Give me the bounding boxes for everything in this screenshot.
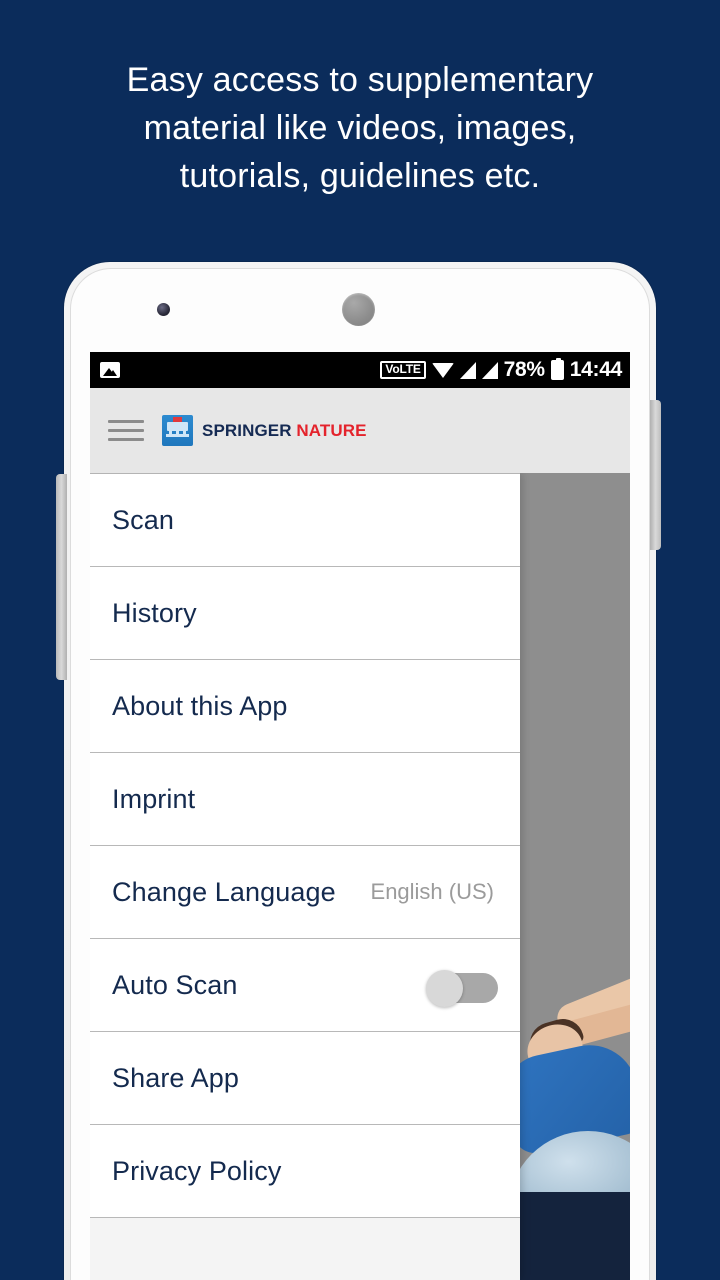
status-bar-left <box>100 362 120 378</box>
drawer-item-label: Privacy Policy <box>112 1155 282 1186</box>
drawer-item-change-language[interactable]: Change Language English (US) <box>90 846 520 939</box>
drawer-item-imprint[interactable]: Imprint <box>90 753 520 846</box>
language-value: English (US) <box>370 879 494 904</box>
drawer-item-share-app[interactable]: Share App <box>90 1032 520 1125</box>
status-bar-right: VoLTE 78% 14:44 <box>380 358 622 382</box>
brand-wordmark: SPRINGER NATURE <box>202 421 367 441</box>
navigation-drawer: Scan History About this App Imprint Chan… <box>90 473 520 1280</box>
volume-rocker-button[interactable] <box>56 474 67 680</box>
front-camera-icon <box>157 303 170 316</box>
drawer-empty-area <box>90 1218 520 1280</box>
headline-line-1: Easy access to supplementary <box>126 61 594 99</box>
drawer-item-label: Auto Scan <box>112 969 238 1000</box>
volte-icon: VoLTE <box>380 361 426 379</box>
headline-line-2: material like videos, images, <box>143 109 577 147</box>
signal-bars-icon <box>459 361 476 379</box>
promo-screenshot: Easy access to supplementary material li… <box>0 0 720 1280</box>
drawer-item-history[interactable]: History <box>90 567 520 660</box>
drawer-item-privacy-policy[interactable]: Privacy Policy <box>90 1125 520 1218</box>
page-title: Easy access to supplementary material li… <box>0 56 720 200</box>
drawer-item-about-this-app[interactable]: About this App <box>90 660 520 753</box>
drawer-item-label: Scan <box>112 504 174 535</box>
drawer-item-label: History <box>112 597 197 628</box>
app-toolbar: SPRINGER NATURE <box>90 388 630 473</box>
drawer-item-label: Imprint <box>112 783 196 814</box>
drawer-item-label: About this App <box>112 690 288 721</box>
phone-screen: VoLTE 78% 14:44 SPRINGER NATURE Scan His… <box>90 352 630 1280</box>
content-stage: Springer Scan History About this App Imp… <box>90 473 630 1280</box>
signal-bars-icon-2 <box>481 361 498 379</box>
photo-icon <box>100 362 120 378</box>
brand-springer-label: SPRINGER <box>202 420 292 440</box>
power-button[interactable] <box>650 400 661 550</box>
drawer-item-label: Share App <box>112 1062 240 1093</box>
auto-scan-toggle[interactable] <box>426 970 498 1007</box>
drawer-item-auto-scan[interactable]: Auto Scan <box>90 939 520 1032</box>
drawer-item-scan[interactable]: Scan <box>90 474 520 567</box>
hamburger-menu-icon[interactable] <box>108 420 144 441</box>
springer-mark-icon <box>162 415 193 446</box>
springer-nature-logo-icon: SPRINGER NATURE <box>162 415 367 446</box>
wifi-icon <box>431 362 454 379</box>
toggle-thumb <box>426 970 463 1007</box>
drawer-item-label: Change Language <box>112 876 336 907</box>
status-bar: VoLTE 78% 14:44 <box>90 352 630 388</box>
clock-label: 14:44 <box>569 358 623 381</box>
headline-line-3: tutorials, guidelines etc. <box>179 157 541 195</box>
battery-percent-label: 78% <box>503 358 545 381</box>
battery-icon <box>550 358 564 380</box>
brand-nature-label: NATURE <box>296 420 367 440</box>
earpiece-speaker-icon <box>342 293 375 326</box>
